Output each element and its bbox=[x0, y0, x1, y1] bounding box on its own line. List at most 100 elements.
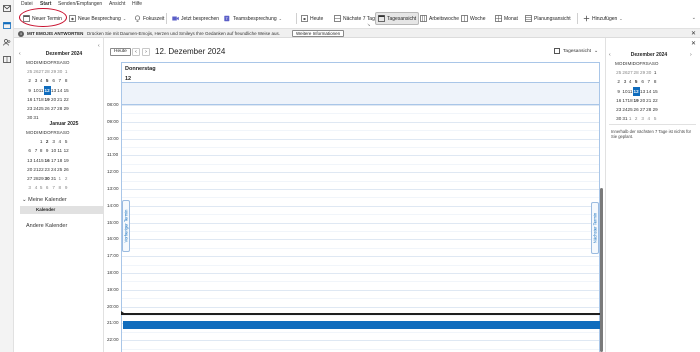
next-day-button[interactable]: › bbox=[142, 48, 150, 56]
calendar-day[interactable]: 2 bbox=[44, 137, 51, 146]
calendar-day[interactable]: 29 bbox=[63, 104, 70, 113]
mail-icon[interactable] bbox=[3, 5, 11, 12]
menu-start[interactable]: Start bbox=[40, 1, 51, 7]
day-column[interactable]: Donnerstag 12 bbox=[121, 62, 600, 352]
calendar-day[interactable]: 5 bbox=[633, 77, 640, 86]
calendar-day[interactable]: 2 bbox=[633, 114, 640, 123]
chevron-down-icon[interactable]: ⌄ bbox=[692, 15, 696, 21]
calendar-day[interactable]: 22 bbox=[652, 96, 659, 105]
calendar-day[interactable]: 9 bbox=[63, 183, 70, 192]
calendar-day[interactable]: 6 bbox=[26, 146, 33, 155]
vertical-scrollbar[interactable] bbox=[600, 188, 603, 352]
calendar-day[interactable]: 12 bbox=[632, 86, 640, 96]
chevron-left-icon[interactable]: ‹ bbox=[19, 51, 21, 57]
focus-time-button[interactable]: Fokuszeit bbox=[134, 12, 164, 25]
close-icon[interactable]: ✕ bbox=[691, 40, 696, 47]
calendar-day[interactable]: 6 bbox=[44, 183, 51, 192]
calendar-day[interactable]: 2 bbox=[63, 174, 70, 183]
meet-now-button[interactable]: Jetzt besprechen bbox=[172, 12, 219, 25]
today-button[interactable]: Heute bbox=[301, 12, 323, 25]
week-button[interactable]: Woche bbox=[461, 12, 485, 25]
calendar-day[interactable]: 26 bbox=[63, 165, 70, 174]
calendar-day[interactable]: 30 bbox=[44, 174, 51, 183]
menu-send-receive[interactable]: Senden/Empfangen bbox=[58, 1, 102, 7]
calendar-day[interactable]: 25 bbox=[26, 67, 33, 76]
addins-button[interactable]: Hinzufügen ⌄ bbox=[583, 12, 623, 25]
calendar-day[interactable]: 19 bbox=[633, 96, 640, 105]
menu-file[interactable]: Datei bbox=[21, 1, 33, 7]
chevron-down-icon[interactable]: ⌄ bbox=[619, 16, 622, 21]
calendar-day[interactable]: 1 bbox=[652, 68, 659, 77]
calendar-day[interactable]: 30 bbox=[615, 114, 622, 123]
calendar-day[interactable]: 16 bbox=[26, 95, 33, 104]
day-view-button[interactable]: Tagesansicht bbox=[375, 12, 420, 25]
calendar-day[interactable]: 26 bbox=[633, 105, 640, 114]
calendar-day[interactable]: 5 bbox=[44, 76, 51, 85]
chevron-right-icon[interactable]: › bbox=[690, 52, 692, 58]
calendar-day[interactable]: 23 bbox=[26, 104, 33, 113]
teams-meeting-button[interactable]: T Teamsbesprechung ⌄ bbox=[224, 12, 282, 25]
calendar-day[interactable]: 8 bbox=[652, 77, 659, 86]
schedule-view-button[interactable]: Planungsansicht bbox=[525, 12, 571, 25]
calendar-day[interactable]: 1 bbox=[63, 67, 70, 76]
calendar-day[interactable]: 9 bbox=[615, 87, 622, 96]
chevron-left-icon[interactable]: ‹ bbox=[609, 52, 611, 58]
all-day-area[interactable] bbox=[122, 83, 599, 105]
calendar-day[interactable]: 12 bbox=[63, 146, 70, 155]
calendar-day[interactable]: 9 bbox=[26, 86, 33, 95]
calendar-day[interactable]: 9 bbox=[44, 146, 51, 155]
calendar-day[interactable]: 27 bbox=[26, 174, 33, 183]
calendar-icon[interactable] bbox=[3, 22, 11, 29]
previous-appointment-tab[interactable]: Vorheriger Termin bbox=[122, 200, 130, 252]
chevron-down-icon[interactable]: ⌄ bbox=[279, 16, 282, 21]
menu-view[interactable]: Ansicht bbox=[109, 1, 125, 7]
view-selector[interactable]: Tagesansicht ⌄ bbox=[554, 48, 598, 54]
next-appointment-tab[interactable]: Nächster Termin bbox=[591, 202, 599, 254]
calendar-day[interactable] bbox=[26, 137, 33, 146]
more-info-button[interactable]: Weitere Informationen bbox=[292, 30, 345, 37]
expand-icon[interactable]: ↘ bbox=[367, 22, 370, 27]
calendar-day[interactable]: 2 bbox=[26, 76, 33, 85]
time-grid[interactable] bbox=[122, 105, 599, 352]
calendar-day[interactable]: 15 bbox=[652, 87, 659, 96]
close-icon[interactable]: ✕ bbox=[691, 30, 696, 37]
appointment-block[interactable] bbox=[123, 321, 600, 329]
info-title: MIT EMOJIS ANTWORTEN bbox=[27, 31, 84, 36]
other-calendars-header[interactable]: Andere Kalender bbox=[26, 223, 67, 229]
calendar-day[interactable]: 19 bbox=[63, 156, 70, 165]
my-calendars-header[interactable]: ⌄ Meine Kalender bbox=[22, 197, 67, 203]
calendar-day[interactable]: 12 bbox=[43, 85, 51, 95]
calendar-day[interactable]: 16 bbox=[44, 156, 51, 165]
menu-help[interactable]: Hilfe bbox=[132, 1, 142, 7]
new-appointment-button[interactable]: Neuer Termin bbox=[23, 12, 62, 25]
chevron-left-icon[interactable]: ‹ bbox=[98, 43, 100, 49]
calendar-day[interactable]: 25 bbox=[615, 68, 622, 77]
people-icon[interactable] bbox=[3, 39, 11, 46]
calendar-day[interactable]: 20 bbox=[26, 165, 33, 174]
calendar-day[interactable]: 16 bbox=[615, 96, 622, 105]
today-nav-button[interactable]: Heute bbox=[110, 48, 131, 56]
calendar-day[interactable]: 28 bbox=[44, 67, 51, 76]
calendar-day[interactable]: 3 bbox=[26, 183, 33, 192]
calendar-day[interactable]: 29 bbox=[652, 105, 659, 114]
prev-day-button[interactable]: ‹ bbox=[132, 48, 140, 56]
calendar-day[interactable]: 23 bbox=[44, 165, 51, 174]
next-7-days-button[interactable]: Nächste 7 Tage bbox=[334, 12, 378, 25]
calendar-day[interactable]: 28 bbox=[633, 68, 640, 77]
calendar-day[interactable]: 19 bbox=[44, 95, 51, 104]
calendar-day[interactable]: 5 bbox=[63, 137, 70, 146]
apps-icon[interactable] bbox=[3, 56, 11, 63]
work-week-button[interactable]: Arbeitswoche bbox=[420, 12, 459, 25]
new-meeting-button[interactable]: Neue Besprechung ⌄ bbox=[69, 12, 126, 25]
month-button[interactable]: Monat bbox=[495, 12, 518, 25]
calendar-day[interactable]: 23 bbox=[615, 105, 622, 114]
calendar-day[interactable]: 8 bbox=[63, 76, 70, 85]
calendar-day[interactable]: 5 bbox=[652, 114, 659, 123]
calendar-day[interactable]: 13 bbox=[26, 156, 33, 165]
calendar-day[interactable]: 2 bbox=[615, 77, 622, 86]
calendar-day[interactable]: 22 bbox=[63, 95, 70, 104]
calendar-list-item[interactable]: Kalender bbox=[20, 206, 104, 214]
calendar-day[interactable]: 15 bbox=[63, 86, 70, 95]
calendar-day[interactable]: 26 bbox=[44, 104, 51, 113]
chevron-down-icon[interactable]: ⌄ bbox=[123, 16, 126, 21]
